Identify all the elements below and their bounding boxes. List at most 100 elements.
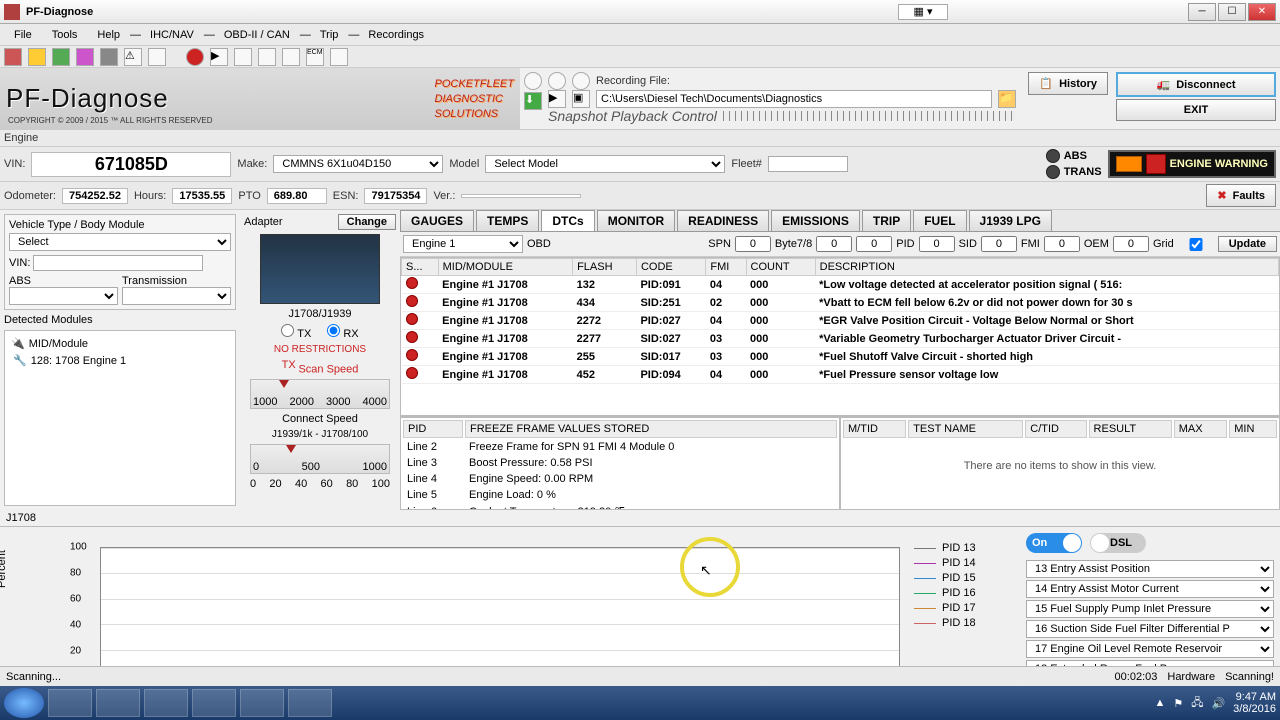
taskbar-ie[interactable] [144,689,188,717]
update-button[interactable]: Update [1218,236,1277,252]
freeze-frame-panel[interactable]: PIDFREEZE FRAME VALUES STORED Line 2Free… [400,417,840,510]
menu-help[interactable]: Help [87,27,130,43]
pid-select[interactable]: 13 Entry Assist Position [1026,560,1274,578]
dtc-row[interactable]: Engine #1 J17082277SID:02703000*Variable… [402,330,1279,348]
test-col-name[interactable]: TEST NAME [908,420,1023,438]
tool-3[interactable] [52,48,70,66]
tx-radio[interactable]: TX [281,324,311,340]
menu-obd[interactable]: OBD-II / CAN [214,27,300,43]
col-code[interactable]: CODE [636,259,705,276]
tab-dtcs[interactable]: DTCs [541,210,594,231]
engine-source-select[interactable]: Engine 1 [403,235,523,253]
taskbar-explorer[interactable] [48,689,92,717]
menu-file[interactable]: File [4,27,42,43]
col-flash[interactable]: FLASH [573,259,637,276]
taskbar-pfdiagnose[interactable] [288,689,332,717]
tray-flag-icon[interactable]: ⚑ [1173,697,1183,710]
tray-volume-icon[interactable]: 🔊 [1211,697,1225,710]
playback-slider[interactable] [723,111,1017,121]
col-status[interactable]: S... [402,259,439,276]
play-icon[interactable]: ▶ [210,48,228,66]
start-button[interactable] [4,688,44,718]
taskbar-app2[interactable] [240,689,284,717]
faults-button[interactable]: ✖Faults [1206,184,1276,207]
trans-select[interactable] [122,287,231,305]
abs-select[interactable] [9,287,118,305]
window-layout-picker[interactable]: ▦ ▾ [898,4,948,20]
recording-path-input[interactable] [596,90,992,108]
rec-screen-icon[interactable]: ▣ [572,90,590,108]
tab-trip[interactable]: TRIP [862,210,911,231]
model-select[interactable]: Select Model [485,155,725,173]
rx-radio[interactable]: RX [327,324,358,340]
dtc-row[interactable]: Engine #1 J17082272PID:02704000*EGR Valv… [402,312,1279,330]
test-col-result[interactable]: RESULT [1089,420,1172,438]
dtc-row[interactable]: Engine #1 J1708452PID:09404000*Fuel Pres… [402,366,1279,384]
tab-j1939lpg[interactable]: J1939 LPG [969,210,1052,231]
menu-recordings[interactable]: Recordings [358,27,434,43]
pid-select[interactable]: 14 Entry Assist Motor Current [1026,580,1274,598]
tab-gauges[interactable]: GAUGES [400,210,474,231]
test-col-ctid[interactable]: C/TID [1025,420,1086,438]
spn-input[interactable] [735,236,771,252]
maximize-button[interactable]: ☐ [1218,3,1246,21]
dtc-row[interactable]: Engine #1 J1708132PID:09104000*Low volta… [402,276,1279,294]
tray-network-icon[interactable]: 🖧 [1191,694,1203,713]
change-button[interactable]: Change [338,214,396,230]
pid-select[interactable]: 16 Suction Side Fuel Filter Differential… [1026,620,1274,638]
col-fmi[interactable]: FMI [706,259,746,276]
ff-row[interactable]: Line 5Engine Load: 0 % [403,488,837,502]
pid-select[interactable]: 17 Engine Oil Level Remote Reservoir [1026,640,1274,658]
rec-play-icon[interactable]: ▶ [548,90,566,108]
exit-button[interactable]: EXIT [1116,99,1276,121]
ff-col-val[interactable]: FREEZE FRAME VALUES STORED [465,420,837,438]
disconnect-button[interactable]: 🚛Disconnect [1116,72,1276,97]
dtc-row[interactable]: Engine #1 J1708255SID:01703000*Fuel Shut… [402,348,1279,366]
b7-input[interactable] [816,236,852,252]
ff-row[interactable]: Line 2Freeze Frame for SPN 91 FMI 4 Modu… [403,440,837,454]
test-panel[interactable]: M/TID TEST NAME C/TID RESULT MAX MIN The… [840,417,1280,510]
tool-12[interactable] [282,48,300,66]
system-tray[interactable]: ▲ ⚑ 🖧 🔊 9:47 AM3/8/2016 [1154,691,1276,715]
col-desc[interactable]: DESCRIPTION [815,259,1278,276]
pid-input[interactable] [919,236,955,252]
tool-ecm[interactable]: ECM [306,48,324,66]
taskbar-app1[interactable] [192,689,236,717]
fmi-input[interactable] [1044,236,1080,252]
close-button[interactable]: ✕ [1248,3,1276,21]
tab-emissions[interactable]: EMISSIONS [771,210,860,231]
fleet-input[interactable] [768,156,848,172]
test-col-mtid[interactable]: M/TID [843,420,906,438]
tool-4[interactable] [76,48,94,66]
oem-input[interactable] [1113,236,1149,252]
tool-2[interactable] [28,48,46,66]
ff-row[interactable]: Line 4Engine Speed: 0.00 RPM [403,472,837,486]
dtc-grid[interactable]: S... MID/MODULE FLASH CODE FMI COUNT DES… [400,257,1280,416]
test-col-min[interactable]: MIN [1229,420,1277,438]
left-vin-input[interactable] [33,255,203,271]
dsl-toggle[interactable]: DSL [1090,533,1146,553]
module-row[interactable]: 🔧128: 1708 Engine 1 [9,352,231,369]
ff-row[interactable]: Line 3Boost Pressure: 0.58 PSI [403,456,837,470]
test-col-max[interactable]: MAX [1174,420,1228,438]
vehicle-type-select[interactable]: Select [9,233,231,251]
tool-1[interactable] [4,48,22,66]
on-toggle[interactable]: On [1026,533,1082,553]
taskbar-media[interactable] [96,689,140,717]
tool-10[interactable] [234,48,252,66]
col-count[interactable]: COUNT [746,259,815,276]
tray-arrow-icon[interactable]: ▲ [1154,697,1165,709]
menu-tools[interactable]: Tools [42,27,88,43]
tool-7[interactable] [148,48,166,66]
tool-14[interactable] [330,48,348,66]
record-icon[interactable] [186,48,204,66]
tool-warning-icon[interactable]: ⚠ [124,48,142,66]
tool-11[interactable] [258,48,276,66]
menu-ihcnav[interactable]: IHC/NAV [140,27,204,43]
ff-col-pid[interactable]: PID [403,420,463,438]
grid-checkbox[interactable] [1178,238,1214,251]
tab-monitor[interactable]: MONITOR [597,210,675,231]
tab-fuel[interactable]: FUEL [913,210,966,231]
history-button[interactable]: 📋History [1028,72,1108,95]
tab-temps[interactable]: TEMPS [476,210,539,231]
